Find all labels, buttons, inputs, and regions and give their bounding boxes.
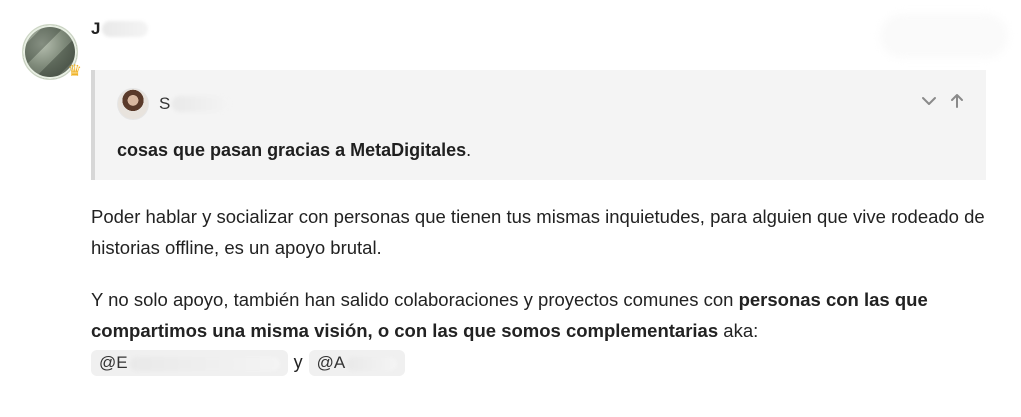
author-avatar[interactable]: ♛ — [22, 24, 82, 80]
quote-author-name: S — [159, 94, 231, 114]
quote-text-bold: cosas que pasan gracias a MetaDigitales — [117, 140, 467, 160]
mention-1[interactable]: @E — [91, 350, 288, 377]
quote-author[interactable]: S — [117, 88, 231, 120]
quote-text-tail: . — [466, 140, 472, 160]
quote-author-name-text: S — [159, 94, 171, 113]
redacted-name — [102, 21, 149, 37]
post-paragraph-1: Poder hablar y socializar con personas q… — [91, 206, 985, 258]
paragraph-2-end: aka: — [718, 320, 759, 341]
chevron-down-icon[interactable] — [918, 90, 940, 112]
author-name-text: J — [91, 19, 101, 38]
forum-post: ♛ J S cosas que pasan gracias a MetaDigi… — [0, 0, 1021, 417]
arrow-up-icon[interactable] — [946, 90, 968, 112]
mention-separator: y — [293, 352, 303, 372]
crown-icon: ♛ — [67, 63, 82, 80]
quote-text: cosas que pasan gracias a MetaDigitales. — [117, 140, 471, 161]
paragraph-2-start: Y no solo apoyo, también han salido cola… — [91, 289, 739, 310]
redacted-quote-name — [172, 96, 231, 112]
redacted-mention-2 — [347, 356, 398, 371]
quote-author-avatar — [117, 88, 149, 120]
redacted-mention-1 — [129, 356, 280, 371]
author-name[interactable]: J — [91, 19, 149, 39]
mention-2-text: @A — [316, 353, 346, 373]
post-paragraph-2: Y no solo apoyo, también han salido cola… — [91, 284, 991, 378]
quote-block: S cosas que pasan gracias a MetaDigitale… — [91, 70, 986, 180]
mention-1-text: @E — [99, 353, 128, 373]
quote-controls — [918, 90, 968, 112]
mention-2[interactable]: @A — [308, 350, 406, 377]
redacted-corner-area — [880, 14, 1008, 58]
